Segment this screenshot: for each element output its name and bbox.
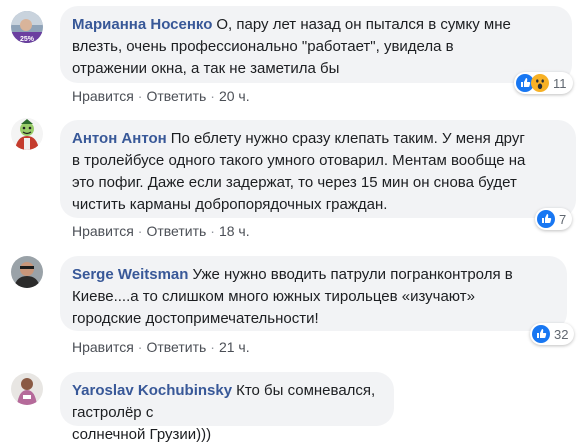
reply-link[interactable]: Ответить	[146, 88, 206, 104]
separator: ·	[137, 223, 143, 239]
like-link[interactable]: Нравится	[72, 88, 134, 104]
reaction-count: 32	[554, 326, 569, 342]
comment-author[interactable]: Антон Антон	[72, 130, 167, 147]
like-icon	[537, 210, 555, 228]
comment-bubble: Антон Антон По еблету нужно сразу клепать…	[60, 120, 576, 218]
comment-author[interactable]: Марианна Носенко	[72, 16, 212, 33]
wow-icon	[531, 74, 549, 92]
comment-text-line: чистить карманы добропорядочных граждан.	[72, 196, 388, 213]
comment-text-line: влезть, очень профессионально "работает"…	[72, 38, 454, 55]
avatar[interactable]	[11, 373, 43, 405]
separator: ·	[210, 88, 215, 104]
comment-bubble: Yaroslav Kochubinsky Кто бы сомневался, г…	[60, 372, 394, 443]
comment-text-line: О, пару лет назад он пытался в сумку мне	[216, 16, 511, 33]
like-link[interactable]: Нравится	[72, 223, 134, 239]
like-icon	[532, 325, 550, 343]
reaction-count: 11	[553, 75, 567, 91]
comment-bubble: Serge Weitsman Уже нужно вводить патрули …	[60, 256, 567, 331]
comment-text-line: это пофиг. Даже если задержат, то через …	[72, 174, 517, 191]
comment-text-line: Уже нужно вводить патрули погранконтроля…	[192, 266, 513, 283]
reply-link[interactable]: Ответить	[146, 223, 206, 239]
avatar[interactable]	[11, 118, 43, 150]
comment-actions: Нравится · Ответить · 18 ч.	[72, 223, 250, 239]
reply-link[interactable]: Ответить	[146, 339, 206, 355]
separator: ·	[210, 339, 215, 355]
reaction-summary[interactable]: 7	[535, 208, 573, 230]
separator: ·	[137, 88, 143, 104]
comment-actions: Нравится · Ответить · 21 ч.	[72, 339, 250, 355]
comment-text-line: в тролейбусе одного такого умного отовар…	[72, 152, 526, 169]
comment-text-line: По еблету нужно сразу клепать таким. У м…	[170, 130, 525, 147]
comment-bubble: Марианна Носенко О, пару лет назад он пыт…	[60, 6, 572, 83]
comment-author[interactable]: Yaroslav Kochubinsky	[72, 382, 232, 399]
comment-text-line: солнечной Грузии)))	[72, 426, 212, 443]
timestamp[interactable]: 18 ч.	[219, 223, 250, 239]
avatar-badge: 25%	[20, 36, 35, 43]
separator: ·	[210, 223, 215, 239]
comment-text-line: городские достопримечательности!	[72, 310, 319, 327]
reaction-summary[interactable]: 11	[514, 72, 573, 94]
reaction-count: 7	[559, 211, 567, 227]
avatar[interactable]	[11, 256, 43, 288]
timestamp[interactable]: 20 ч.	[219, 88, 250, 104]
avatar[interactable]: 25%	[11, 11, 43, 43]
comment-text-line: отражении окна, а так не заметила бы	[72, 60, 340, 77]
comment-text-line: Киеве....а то слишком много южных тироль…	[72, 288, 475, 305]
comment-author[interactable]: Serge Weitsman	[72, 266, 188, 283]
reaction-summary[interactable]: 32	[530, 323, 575, 345]
comment-actions: Нравится · Ответить · 20 ч.	[72, 88, 250, 104]
timestamp[interactable]: 21 ч.	[219, 339, 250, 355]
separator: ·	[137, 339, 143, 355]
like-link[interactable]: Нравится	[72, 339, 134, 355]
